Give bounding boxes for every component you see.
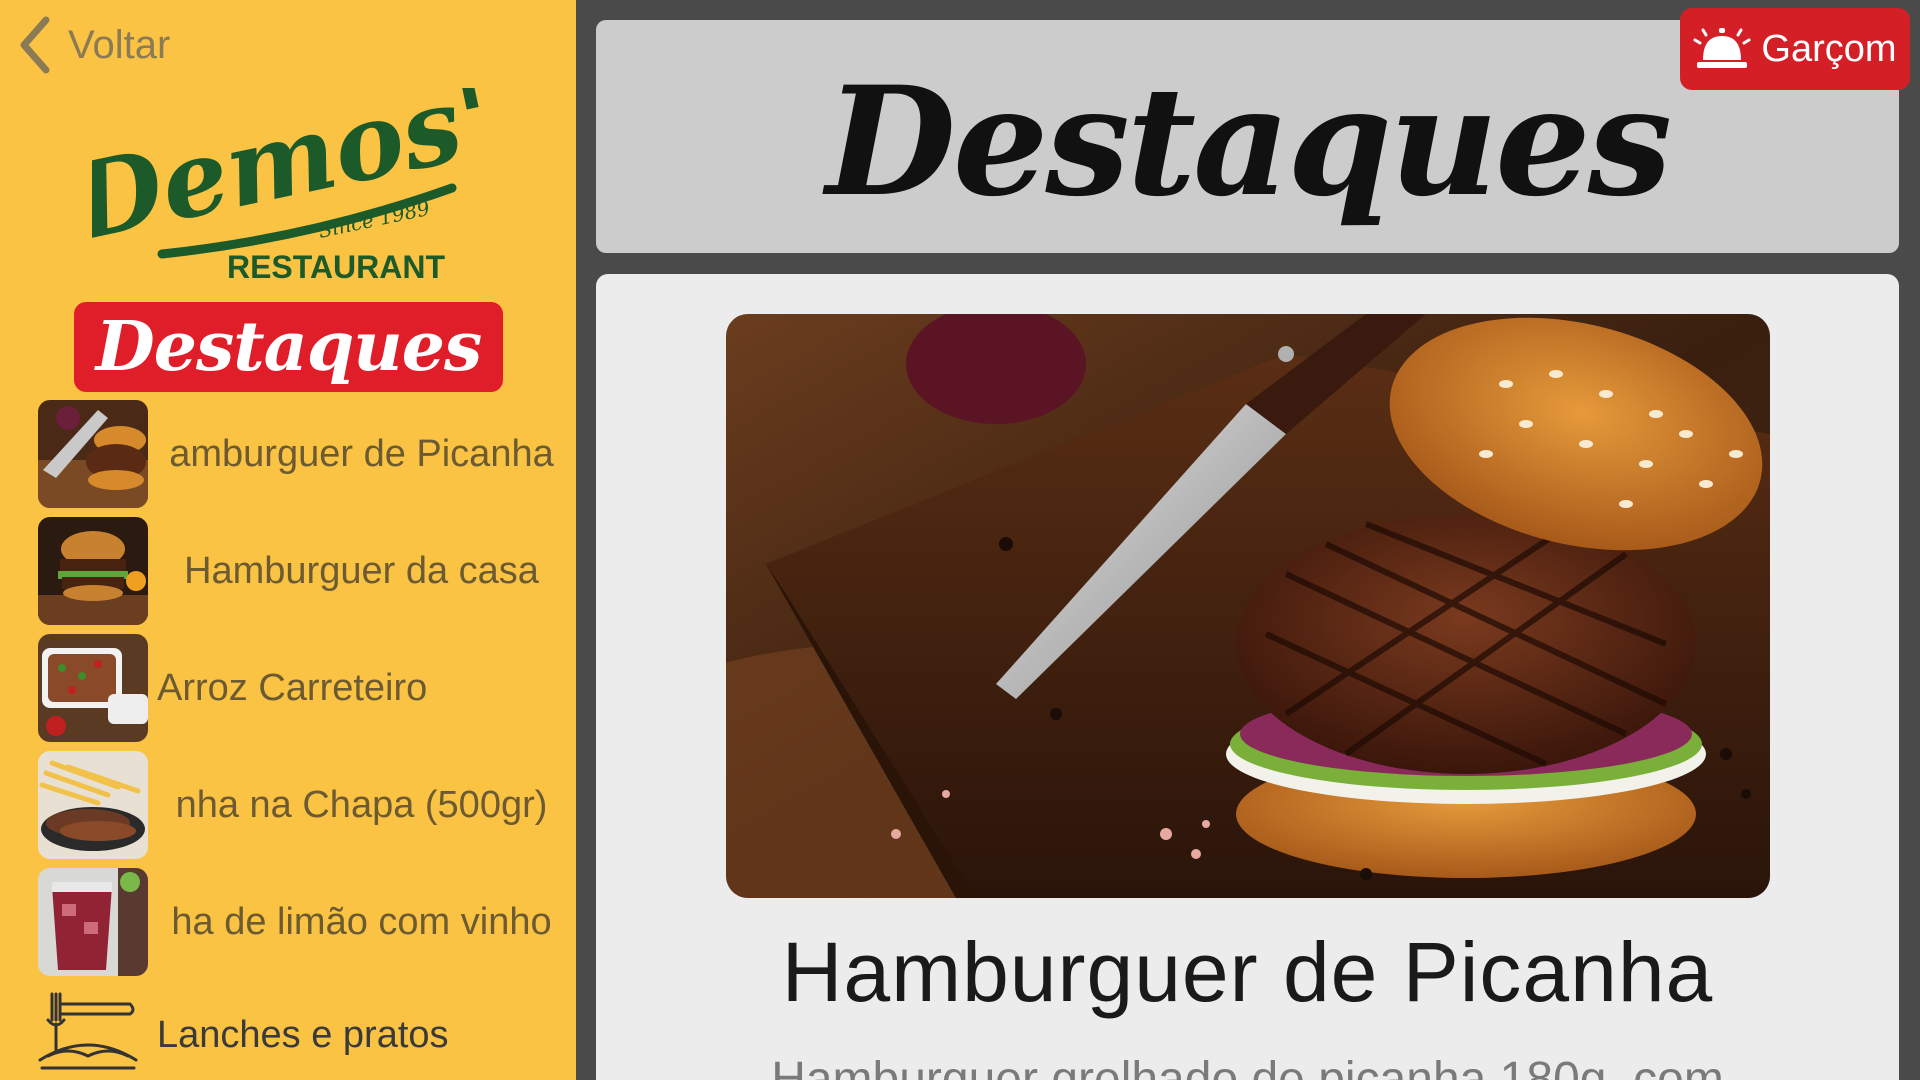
section-title-badge: Destaques xyxy=(74,302,503,392)
menu-item-label: ha de limão com vinho xyxy=(171,901,552,943)
product-detail-card: Hamburguer de Picanha Hamburguer grelhad… xyxy=(596,274,1899,1080)
menu-item-label: amburguer de Picanha xyxy=(169,433,554,475)
category-lanches-pratos[interactable]: Lanches e pratos xyxy=(0,990,576,1080)
product-title: Hamburguer de Picanha xyxy=(781,925,1714,1019)
chevron-left-icon xyxy=(20,16,50,74)
menu-item-label: Hamburguer da casa xyxy=(184,550,539,592)
rice-dish-thumbnail xyxy=(38,634,148,742)
featured-menu: amburguer de Picanha Hamburguer da casa xyxy=(0,396,576,981)
category-label: Lanches e pratos xyxy=(157,1014,449,1056)
burger-knife-thumbnail xyxy=(38,400,148,508)
menu-item-picanha-chapa[interactable]: nha na Chapa (500gr) xyxy=(0,747,576,864)
steak-fries-thumbnail xyxy=(38,751,148,859)
menu-item-arroz-carreteiro[interactable]: Arroz Carreteiro xyxy=(0,630,576,747)
burger-house-thumbnail xyxy=(38,517,148,625)
menu-item-label: Arroz Carreteiro xyxy=(157,667,428,709)
call-waiter-label: Garçom xyxy=(1761,27,1897,70)
noodles-icon xyxy=(38,992,138,1070)
logo-subtitle: RESTAURANT xyxy=(227,249,446,284)
menu-item-limao-vinho[interactable]: ha de limão com vinho xyxy=(0,864,576,981)
call-waiter-button[interactable]: Garçom xyxy=(1680,8,1910,90)
product-description: Hamburguer grelhado de picanha 180g, com xyxy=(771,1053,1724,1080)
product-image xyxy=(726,314,1770,898)
restaurant-logo: Demos' Since 1989 RESTAURANT xyxy=(58,56,503,285)
back-button[interactable]: Voltar xyxy=(16,14,170,76)
sidebar: Voltar Demos' Since 1989 RESTAURANT Dest… xyxy=(0,0,576,1080)
menu-item-label: nha na Chapa (500gr) xyxy=(175,784,548,826)
menu-item-hamburguer-picanha[interactable]: amburguer de Picanha xyxy=(0,396,576,513)
service-bell-icon xyxy=(1693,28,1751,68)
menu-item-hamburguer-casa[interactable]: Hamburguer da casa xyxy=(0,513,576,630)
page-title: Destaques xyxy=(825,53,1672,230)
back-label: Voltar xyxy=(68,22,171,67)
wine-drink-thumbnail xyxy=(38,868,148,976)
